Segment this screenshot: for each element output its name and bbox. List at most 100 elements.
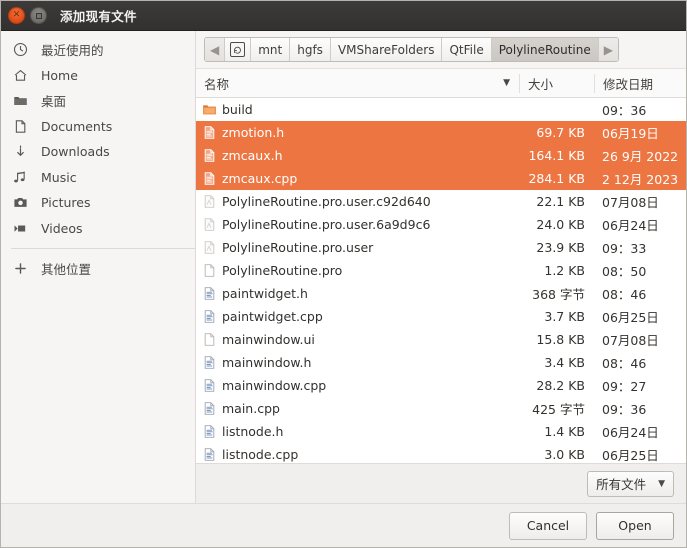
column-header-modified[interactable]: 修改日期 bbox=[594, 73, 686, 93]
sort-descending-icon: ▼ bbox=[503, 78, 510, 88]
table-row[interactable]: PolylineRoutine.pro.user.c92d640 22.1 KB 0… bbox=[196, 190, 686, 213]
column-header-size[interactable]: 大小 bbox=[519, 73, 594, 93]
open-button[interactable]: Open bbox=[596, 511, 674, 540]
file-name: mainwindow.h bbox=[222, 355, 312, 370]
sidebar-item-label: Pictures bbox=[41, 195, 91, 211]
sidebar-item-recent[interactable]: 最近使用的 bbox=[1, 37, 195, 63]
file-modified-date: 06月24日 bbox=[602, 425, 659, 440]
camera-icon bbox=[13, 195, 33, 210]
sidebar-item-label: Music bbox=[41, 169, 77, 185]
text-file-icon bbox=[196, 355, 222, 370]
file-type-filter-dropdown[interactable]: 所有文件 ▼ bbox=[587, 470, 674, 497]
file-modified-date: 09：33 bbox=[602, 241, 647, 256]
video-icon bbox=[13, 221, 33, 236]
sidebar-item-downloads[interactable]: Downloads bbox=[1, 139, 195, 165]
download-icon bbox=[13, 144, 33, 159]
table-row[interactable]: main.cpp 425 字节 09：36 bbox=[196, 397, 686, 420]
plus-icon bbox=[13, 261, 33, 276]
table-row[interactable]: PolylineRoutine.pro 1.2 KB 08：50 bbox=[196, 259, 686, 282]
path-bar: ◀ mnt hgfs VMShareFolders QtFile Polylin… bbox=[196, 31, 686, 69]
file-size: 3.4 KB bbox=[544, 355, 585, 370]
sidebar-item-videos[interactable]: Videos bbox=[1, 216, 195, 242]
document-icon bbox=[13, 119, 33, 134]
file-size: 368 字节 bbox=[532, 287, 585, 302]
sidebar-item-music[interactable]: Music bbox=[1, 165, 195, 191]
sidebar-item-pictures[interactable]: Pictures bbox=[1, 190, 195, 216]
drive-icon bbox=[230, 42, 246, 57]
table-row[interactable]: mainwindow.ui 15.8 KB 07月08日 bbox=[196, 328, 686, 351]
sidebar-item-documents[interactable]: Documents bbox=[1, 114, 195, 140]
text-file-icon bbox=[196, 286, 222, 301]
sidebar-divider bbox=[11, 248, 195, 249]
sidebar-item-desktop[interactable]: 桌面 bbox=[1, 88, 195, 114]
text-file-icon bbox=[196, 401, 222, 416]
breadcrumb: ◀ mnt hgfs VMShareFolders QtFile Polylin… bbox=[204, 37, 619, 62]
sidebar-item-label: Downloads bbox=[41, 144, 110, 160]
sidebar-item-other-locations[interactable]: 其他位置 bbox=[1, 256, 195, 282]
table-row[interactable]: zmcaux.h 164.1 KB 26 9月 2022 bbox=[196, 144, 686, 167]
cancel-button[interactable]: Cancel bbox=[509, 511, 587, 540]
file-size: 3.0 KB bbox=[544, 447, 585, 462]
file-list[interactable]: build 09：36 zmotion.h 69.7 KB 06月19日 zmcaux.h… bbox=[196, 98, 686, 463]
file-name: PolylineRoutine.pro.user bbox=[222, 240, 374, 255]
file-name: paintwidget.cpp bbox=[222, 309, 323, 324]
breadcrumb-item-mnt[interactable]: mnt bbox=[251, 38, 291, 61]
table-row[interactable]: PolylineRoutine.pro.user 23.9 KB 09：33 bbox=[196, 236, 686, 259]
sidebar-item-label: Videos bbox=[41, 220, 83, 236]
breadcrumb-item-hgfs[interactable]: hgfs bbox=[290, 38, 331, 61]
table-row[interactable]: listnode.h 1.4 KB 06月24日 bbox=[196, 420, 686, 443]
table-row[interactable]: paintwidget.h 368 字节 08：46 bbox=[196, 282, 686, 305]
column-header-name[interactable]: 名称 ▼ bbox=[196, 74, 519, 93]
file-size: 22.1 KB bbox=[536, 194, 585, 209]
column-headers: 名称 ▼ 大小 修改日期 bbox=[196, 69, 686, 98]
text-file-icon bbox=[196, 424, 222, 439]
file-size: 69.7 KB bbox=[536, 125, 585, 140]
file-size: 3.7 KB bbox=[544, 309, 585, 324]
table-row[interactable]: listnode.cpp 3.0 KB 06月25日 bbox=[196, 443, 686, 463]
breadcrumb-item-vmsharefolders[interactable]: VMShareFolders bbox=[330, 38, 443, 61]
file-name: listnode.cpp bbox=[222, 447, 299, 462]
table-row[interactable]: build 09：36 bbox=[196, 98, 686, 121]
close-icon[interactable]: ✕ bbox=[8, 7, 25, 24]
text-file-icon bbox=[196, 171, 222, 186]
sidebar-item-label: 其他位置 bbox=[41, 262, 92, 278]
text-file-icon bbox=[196, 309, 222, 324]
file-size: 164.1 KB bbox=[528, 148, 585, 163]
xml-file-icon bbox=[196, 194, 222, 209]
file-modified-date: 07月08日 bbox=[602, 333, 659, 348]
file-name: PolylineRoutine.pro.user.6a9d9c6 bbox=[222, 217, 431, 232]
file-name: build bbox=[222, 102, 253, 117]
file-modified-date: 06月24日 bbox=[602, 218, 659, 233]
column-header-name-label: 名称 bbox=[204, 76, 230, 92]
breadcrumb-item-polylineroutine[interactable]: PolylineRoutine bbox=[491, 38, 599, 61]
file-name: zmcaux.h bbox=[222, 148, 283, 163]
breadcrumb-device-button[interactable] bbox=[225, 38, 252, 61]
file-modified-date: 09：36 bbox=[602, 402, 647, 417]
blank-file-icon bbox=[196, 263, 222, 278]
file-modified-date: 09：36 bbox=[602, 103, 647, 118]
file-size: 1.4 KB bbox=[544, 424, 585, 439]
breadcrumb-scroll-left-button[interactable]: ◀ bbox=[205, 38, 226, 61]
table-row[interactable]: mainwindow.h 3.4 KB 08：46 bbox=[196, 351, 686, 374]
file-name: PolylineRoutine.pro bbox=[222, 263, 343, 278]
file-size: 23.9 KB bbox=[536, 240, 585, 255]
table-row[interactable]: paintwidget.cpp 3.7 KB 06月25日 bbox=[196, 305, 686, 328]
file-modified-date: 08：46 bbox=[602, 287, 647, 302]
sidebar: 最近使用的 Home 桌面 Documents Downloads Music … bbox=[1, 31, 196, 503]
music-note-icon bbox=[13, 170, 33, 185]
file-name: main.cpp bbox=[222, 401, 280, 416]
breadcrumb-item-qtfile[interactable]: QtFile bbox=[442, 38, 492, 61]
maximize-icon[interactable] bbox=[30, 7, 47, 24]
file-size: 24.0 KB bbox=[536, 217, 585, 232]
table-row[interactable]: PolylineRoutine.pro.user.6a9d9c6 24.0 KB 0… bbox=[196, 213, 686, 236]
table-row[interactable]: zmotion.h 69.7 KB 06月19日 bbox=[196, 121, 686, 144]
sidebar-item-home[interactable]: Home bbox=[1, 63, 195, 89]
file-chooser-dialog: ✕ 添加现有文件 最近使用的 Home 桌面 Documents Downloa… bbox=[0, 0, 687, 548]
sidebar-item-label: Home bbox=[41, 67, 78, 83]
breadcrumb-scroll-right-button[interactable]: ▶ bbox=[598, 38, 618, 61]
blank-file-icon bbox=[196, 332, 222, 347]
file-name: zmotion.h bbox=[222, 125, 285, 140]
table-row[interactable]: zmcaux.cpp 284.1 KB 2 12月 2023 bbox=[196, 167, 686, 190]
table-row[interactable]: mainwindow.cpp 28.2 KB 09：27 bbox=[196, 374, 686, 397]
close-glyph: ✕ bbox=[12, 10, 21, 20]
